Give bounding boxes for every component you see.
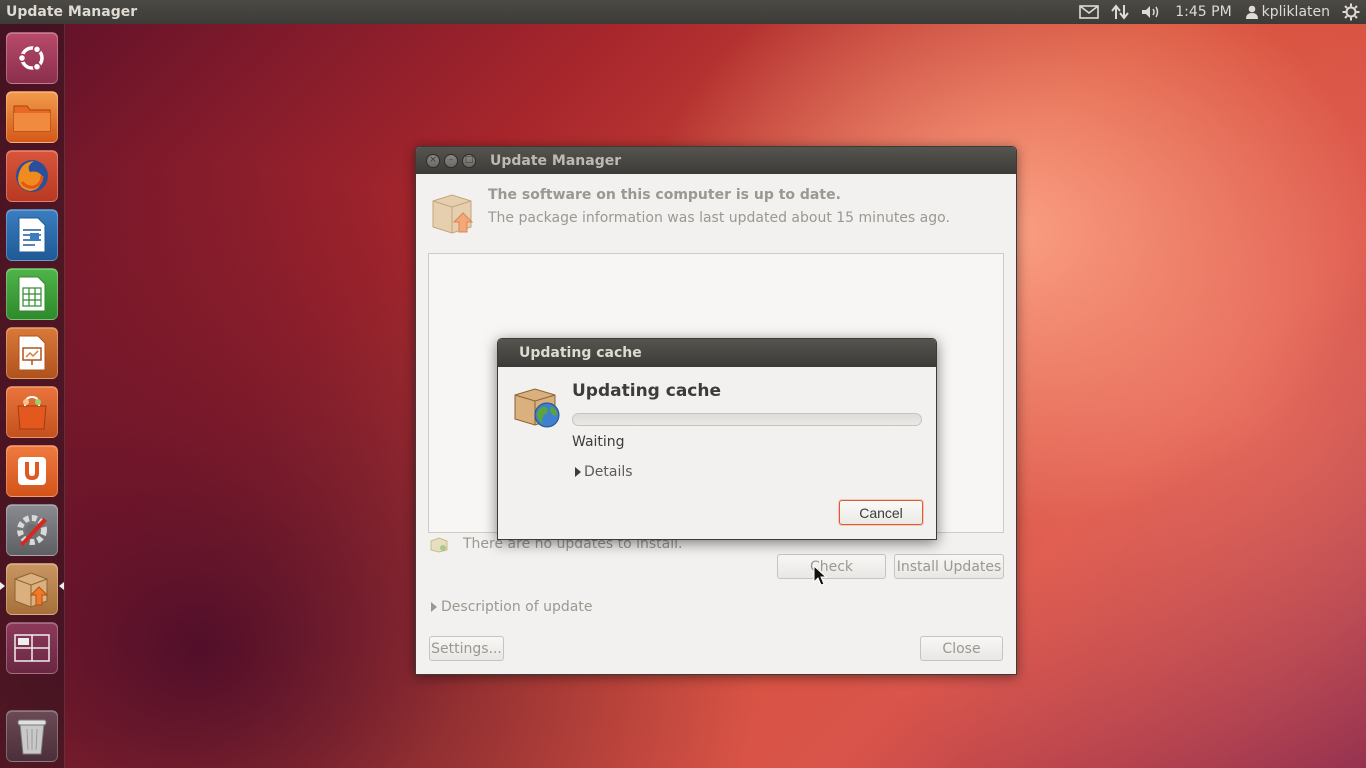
dialog-titlebar[interactable]: Updating cache	[498, 339, 936, 367]
volume-icon[interactable]	[1135, 0, 1167, 24]
window-close-icon[interactable]: ×	[426, 153, 440, 168]
ubuntu-one-icon	[18, 457, 46, 485]
window-title: Update Manager	[490, 152, 622, 169]
window-minimize-icon[interactable]: –	[444, 153, 458, 168]
package-globe-icon	[514, 388, 560, 428]
description-label: Description of update	[441, 599, 593, 615]
launcher-software-center[interactable]	[6, 386, 58, 438]
install-updates-button[interactable]: Install Updates	[894, 554, 1004, 579]
package-update-icon	[432, 194, 474, 234]
ubuntu-logo-icon	[17, 45, 44, 71]
check-button[interactable]: Check	[777, 554, 886, 579]
updating-cache-dialog: Updating cache Updating cache Waiting De…	[497, 338, 937, 540]
package-small-icon	[430, 537, 448, 553]
launcher-trash[interactable]	[6, 710, 58, 762]
active-app-title: Update Manager	[6, 4, 138, 20]
cancel-button[interactable]: Cancel	[839, 500, 923, 525]
dialog-heading: Updating cache	[572, 381, 722, 401]
expander-arrow-icon	[431, 602, 437, 612]
launcher-ubuntu-one[interactable]	[6, 445, 58, 497]
network-icon[interactable]	[1105, 0, 1135, 24]
launcher-files[interactable]	[6, 91, 58, 143]
indicator-area: 1:45 PM kpliklaten	[1073, 0, 1366, 24]
active-indicator	[59, 582, 64, 590]
mouse-pointer-icon	[813, 565, 827, 586]
launcher-libreoffice-calc[interactable]	[6, 268, 58, 320]
user-icon	[1245, 5, 1258, 19]
writer-document-icon	[18, 217, 46, 253]
details-label: Details	[584, 464, 633, 480]
expander-arrow-icon	[575, 467, 581, 477]
dialog-title: Updating cache	[519, 345, 642, 361]
launcher-workspace-switcher[interactable]	[6, 622, 58, 674]
calc-spreadsheet-icon	[18, 276, 46, 312]
close-button[interactable]: Close	[920, 636, 1003, 661]
folder-icon	[13, 105, 51, 132]
top-panel: Update Manager 1:45 PM kpliklaten	[0, 0, 1366, 24]
trash-icon	[17, 719, 47, 755]
launcher-dash-home[interactable]	[6, 32, 58, 84]
launcher-libreoffice-impress[interactable]	[6, 327, 58, 379]
workspaces-icon	[14, 634, 50, 662]
window-maximize-icon[interactable]: □	[462, 153, 476, 168]
running-indicator	[0, 582, 5, 590]
username: kpliklaten	[1261, 4, 1330, 20]
launcher-libreoffice-writer[interactable]	[6, 209, 58, 261]
user-menu[interactable]: kpliklaten	[1240, 4, 1336, 20]
launcher-system-settings[interactable]	[6, 504, 58, 556]
dialog-status: Waiting	[572, 434, 625, 450]
cache-progress-bar	[572, 413, 922, 426]
mail-icon[interactable]	[1073, 0, 1105, 24]
clock[interactable]: 1:45 PM	[1167, 4, 1239, 20]
settings-wrench-icon	[17, 515, 47, 546]
package-update-icon	[14, 572, 49, 608]
window-titlebar[interactable]: × – □ Update Manager	[416, 147, 1016, 174]
session-gear-icon[interactable]	[1336, 0, 1366, 24]
launcher-firefox[interactable]	[6, 150, 58, 202]
shopping-bag-icon	[17, 395, 47, 430]
status-title: The software on this computer is up to d…	[488, 187, 841, 203]
status-subtitle: The package information was last updated…	[488, 210, 950, 226]
settings-button[interactable]: Settings...	[429, 636, 504, 661]
impress-presentation-icon	[18, 335, 46, 371]
launcher	[0, 24, 65, 768]
details-expander[interactable]: Details	[575, 464, 633, 480]
firefox-icon	[16, 160, 48, 192]
description-expander[interactable]: Description of update	[431, 599, 592, 615]
launcher-update-manager[interactable]	[6, 563, 58, 615]
